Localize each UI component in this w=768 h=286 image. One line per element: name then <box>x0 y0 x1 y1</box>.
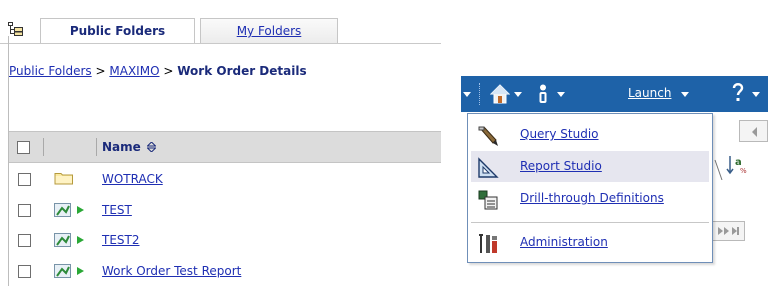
help-button[interactable] <box>729 76 768 112</box>
drill-through-icon <box>477 189 499 214</box>
breadcrumb-separator: > <box>163 64 174 78</box>
launch-menu-panel: Launch a % Query Studio Report Studio Dr… <box>461 76 768 270</box>
cognos-connection-panel: Public Folders My Folders Public Folders… <box>0 0 441 286</box>
report-studio-icon <box>477 157 499 182</box>
select-all-checkbox[interactable] <box>17 141 30 154</box>
table-row: TEST2 <box>9 227 441 253</box>
menu-item-label: Drill-through Definitions <box>520 191 664 205</box>
launch-menu-button[interactable]: Launch <box>628 86 671 100</box>
breadcrumb-separator: > <box>95 64 106 78</box>
portal-toolbar: Launch <box>461 76 768 112</box>
my-area-button[interactable] <box>533 76 573 112</box>
sort-updown-icon[interactable] <box>146 141 157 153</box>
row-checkbox[interactable] <box>18 204 31 217</box>
home-icon <box>490 84 510 104</box>
toolbar-separator <box>479 83 481 105</box>
launch-dropdown-menu: Query Studio Report Studio Drill-through… <box>467 113 713 263</box>
table-row: WOTRACK <box>9 166 441 192</box>
folder-tree-icon[interactable] <box>8 22 24 36</box>
chevron-down-icon[interactable] <box>681 92 689 97</box>
column-header-name-label: Name <box>102 140 141 154</box>
breadcrumb-link-maximo[interactable]: MAXIMO <box>109 64 159 78</box>
help-icon <box>732 83 744 101</box>
menu-item-label: Report Studio <box>520 159 602 173</box>
menu-item-query-studio[interactable]: Query Studio <box>471 119 709 150</box>
tab-my-folders[interactable]: My Folders <box>200 18 338 43</box>
pager-control[interactable] <box>739 120 768 142</box>
item-link[interactable]: TEST <box>102 203 132 217</box>
report-run-icon[interactable] <box>54 263 90 282</box>
column-divider <box>96 138 97 156</box>
user-icon <box>539 84 547 103</box>
breadcrumb-current: Work Order Details <box>177 64 307 78</box>
home-button[interactable] <box>488 76 524 112</box>
table-row: TEST <box>9 197 441 223</box>
row-checkbox[interactable] <box>18 234 31 247</box>
menu-item-report-studio[interactable]: Report Studio <box>471 151 709 182</box>
tab-bar: Public Folders My Folders <box>0 0 441 44</box>
menu-item-drill-through-definitions[interactable]: Drill-through Definitions <box>471 183 709 214</box>
svg-text:%: % <box>740 167 747 175</box>
item-link[interactable]: Work Order Test Report <box>102 264 241 278</box>
arrow-next-icon <box>718 227 739 235</box>
tab-public-folders-label: Public Folders <box>69 24 166 38</box>
table-header: Name <box>9 131 441 163</box>
report-run-icon[interactable] <box>54 232 90 251</box>
menu-item-administration[interactable]: Administration <box>471 227 709 258</box>
menu-item-label: Administration <box>520 235 608 249</box>
administration-icon <box>477 233 499 258</box>
chevron-down-icon <box>752 92 760 97</box>
row-checkbox[interactable] <box>18 265 31 278</box>
item-link[interactable]: WOTRACK <box>102 172 163 186</box>
report-run-icon[interactable] <box>54 202 90 221</box>
breadcrumb-link-public-folders[interactable]: Public Folders <box>9 64 92 78</box>
chevron-down-icon[interactable] <box>463 92 471 97</box>
column-header-name[interactable]: Name <box>102 140 157 154</box>
sort-az-icon[interactable]: a % <box>726 154 748 179</box>
chevron-down-icon <box>514 92 522 97</box>
pager-next-button[interactable] <box>711 221 745 241</box>
breadcrumb: Public Folders > MAXIMO > Work Order Det… <box>9 64 307 78</box>
arrow-left-icon <box>752 127 757 137</box>
item-link[interactable]: TEST2 <box>102 233 140 247</box>
tab-public-folders[interactable]: Public Folders <box>40 18 195 43</box>
menu-item-label: Query Studio <box>520 127 599 141</box>
query-studio-icon <box>477 125 499 150</box>
row-checkbox[interactable] <box>18 173 31 186</box>
folder-icon <box>54 171 74 188</box>
chevron-down-icon <box>557 92 565 97</box>
table-row: Work Order Test Report <box>9 258 441 284</box>
tab-my-folders-label[interactable]: My Folders <box>201 24 337 38</box>
column-divider <box>43 138 44 156</box>
menu-separator <box>471 222 709 223</box>
